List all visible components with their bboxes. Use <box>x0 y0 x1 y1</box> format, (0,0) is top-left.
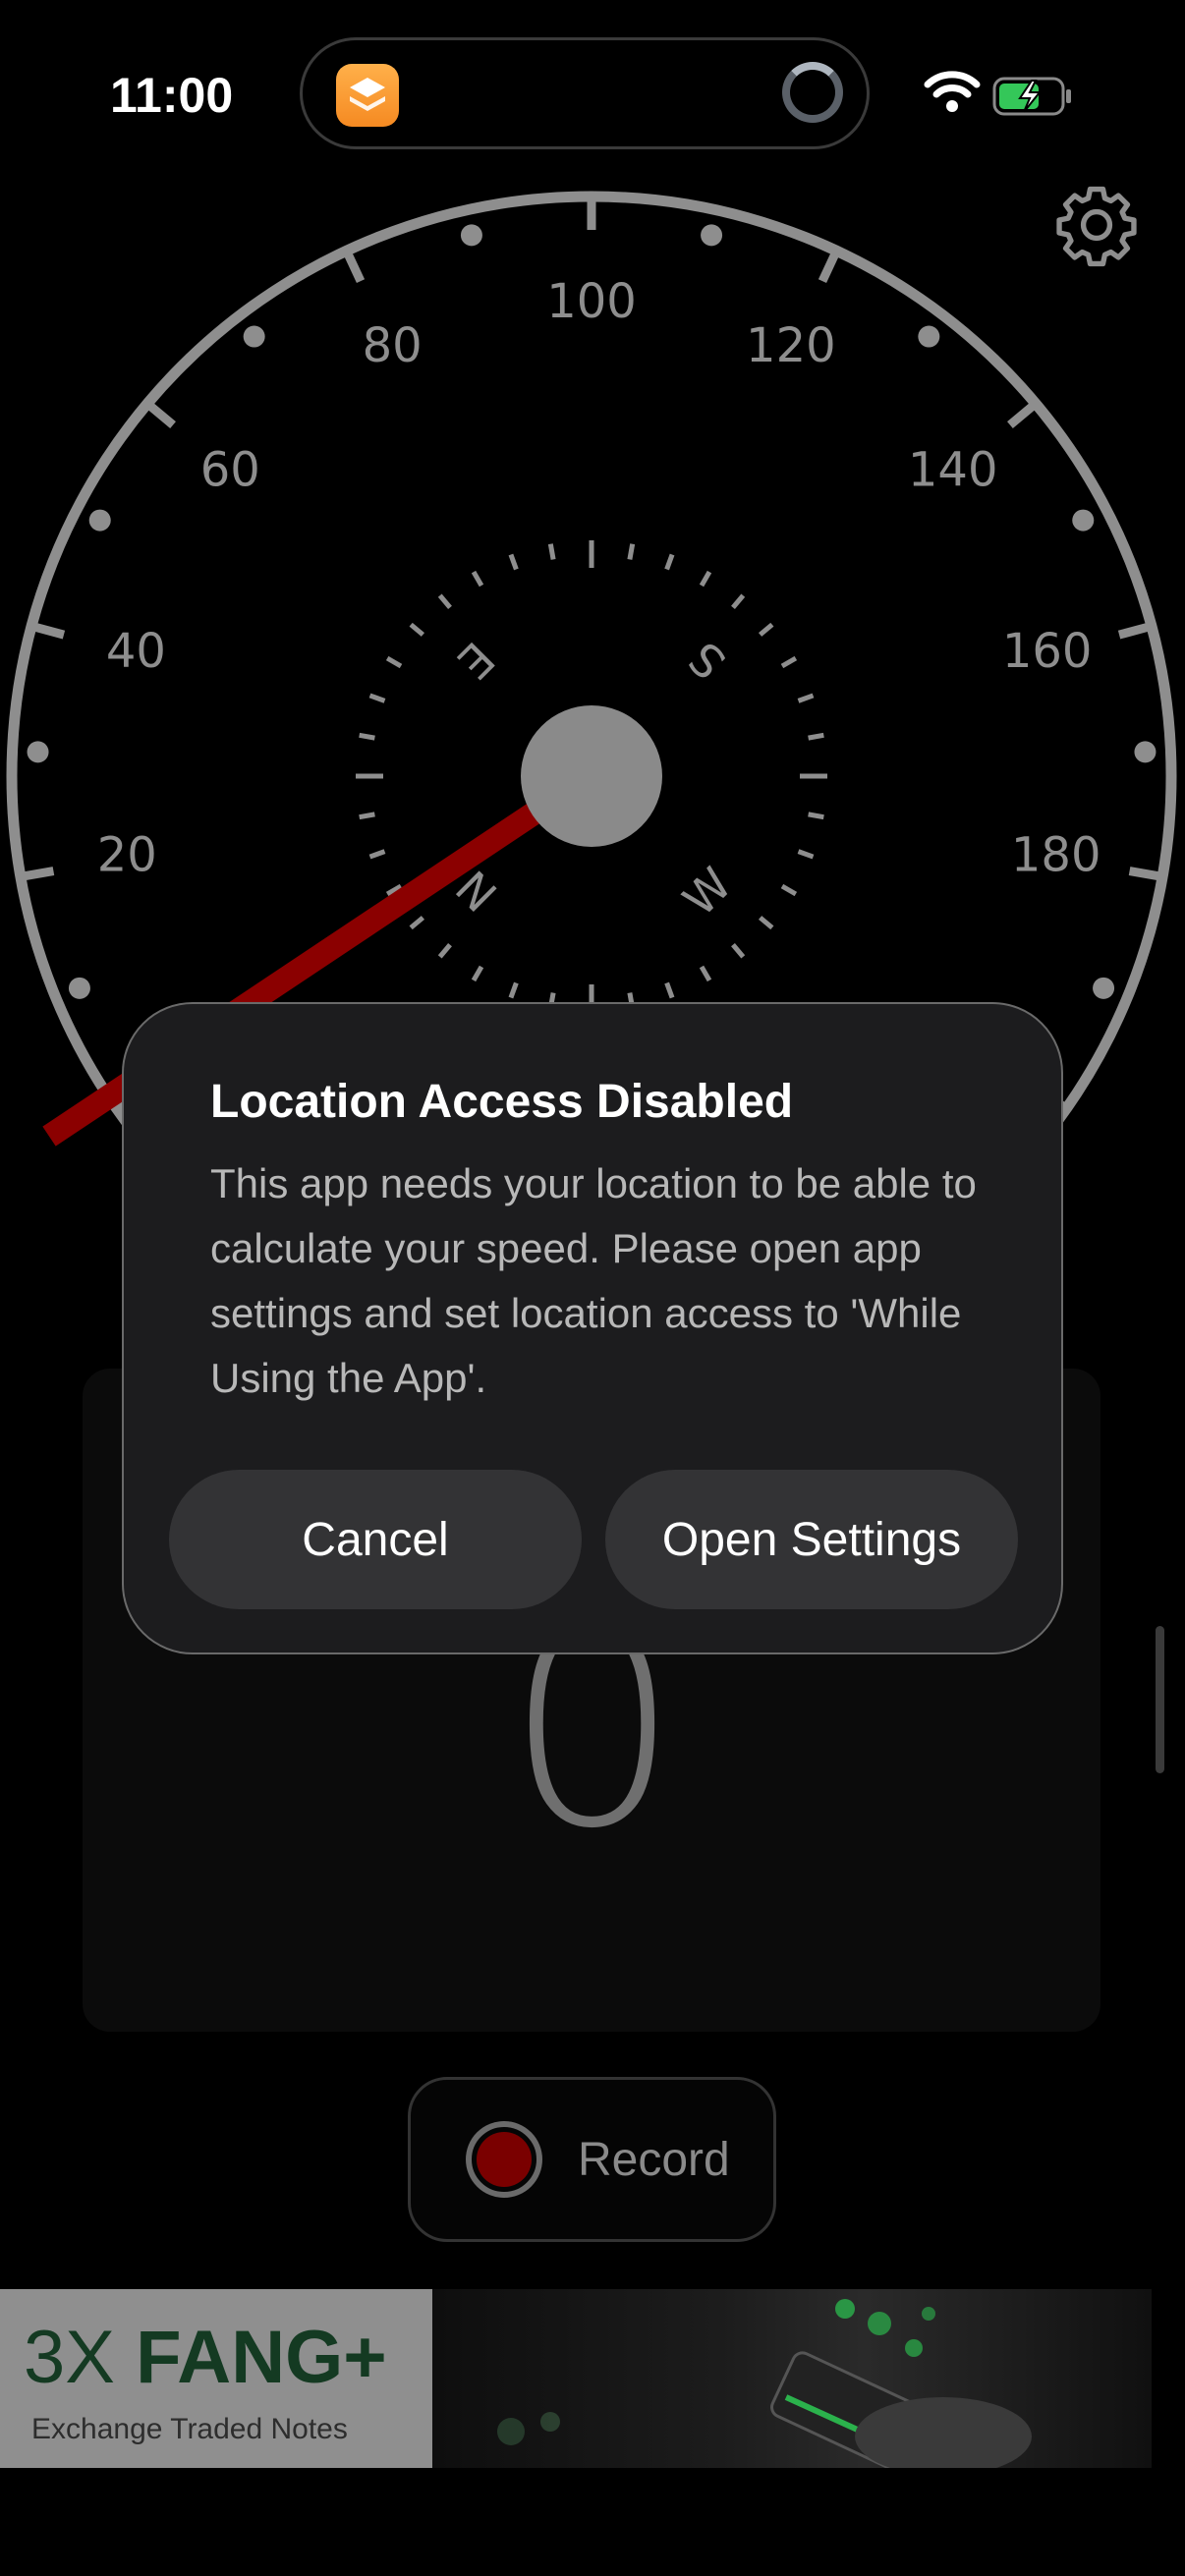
ad-title: 3X FANG+ <box>24 2316 387 2399</box>
compass-tick <box>508 553 519 571</box>
dial-minor-dot <box>27 741 49 763</box>
dial-minor-dot <box>701 224 723 247</box>
compass-tick <box>368 849 386 860</box>
dial-major-tick <box>818 251 840 283</box>
compass-tick <box>699 965 712 982</box>
dial-minor-dot <box>1134 741 1157 763</box>
ad-banner[interactable]: 3X FANG+ Exchange Traded Notes <box>0 2289 1152 2468</box>
location-alert-dialog: Location Access Disabled This app needs … <box>122 1002 1063 1654</box>
dial-tick-label: 140 <box>908 442 998 497</box>
dial-minor-dot <box>1072 509 1095 532</box>
dial-major-tick <box>1007 401 1038 429</box>
app-icon <box>336 64 399 127</box>
dial-minor-dot <box>460 224 482 247</box>
compass-tick <box>797 693 815 703</box>
ad-subtitle: Exchange Traded Notes <box>31 2413 348 2445</box>
compass-tick <box>664 553 675 571</box>
cancel-button[interactable]: Cancel <box>169 1470 582 1609</box>
dial-major-tick <box>31 622 66 640</box>
dial-minor-dot <box>243 325 265 348</box>
dial-tick-label: 120 <box>746 318 836 373</box>
dial-tick-label: 100 <box>546 274 637 329</box>
dial-tick-label: 180 <box>1011 827 1101 882</box>
dial-tick-label: 60 <box>200 442 260 497</box>
dial-tick-label: 160 <box>1002 624 1093 679</box>
status-bar: 11:00 <box>0 0 1185 187</box>
compass-tick <box>547 543 556 560</box>
dial-minor-dot <box>68 977 90 999</box>
compass-tick <box>780 655 798 669</box>
battery-charging-icon <box>992 77 1071 116</box>
dial-tick-label: 40 <box>106 624 166 679</box>
compass-tick <box>359 732 375 741</box>
dynamic-island[interactable] <box>300 37 870 149</box>
compass-tick <box>758 622 774 637</box>
compass-label-e: E <box>447 632 505 690</box>
compass-tick <box>409 622 425 637</box>
dial-major-tick <box>22 867 55 881</box>
wifi-icon <box>924 71 981 112</box>
scroll-indicator[interactable] <box>1156 1626 1164 1773</box>
compass-tick <box>627 543 636 560</box>
ad-image <box>432 2289 1152 2468</box>
compass-tick <box>368 693 386 703</box>
compass-tick <box>385 655 403 669</box>
open-settings-button[interactable]: Open Settings <box>605 1470 1018 1609</box>
record-button[interactable]: Record <box>408 2077 776 2242</box>
compass-tick <box>471 965 484 982</box>
compass-tick <box>471 570 484 588</box>
compass-tick <box>808 732 824 741</box>
dial-minor-dot <box>918 325 940 348</box>
status-time: 11:00 <box>110 68 234 123</box>
dialog-message: This app needs your location to be able … <box>210 1160 977 1401</box>
compass-tick <box>359 812 375 820</box>
compass-tick <box>437 942 452 959</box>
compass-tick <box>409 916 425 930</box>
dial-major-tick <box>145 401 176 429</box>
compass-tick <box>508 981 519 999</box>
compass-tick <box>808 812 824 820</box>
compass-tick <box>797 849 815 860</box>
record-label: Record <box>578 2133 730 2186</box>
dialog-title: Location Access Disabled <box>210 1076 794 1128</box>
compass-tick <box>758 916 774 930</box>
needle-hub <box>521 705 662 847</box>
compass-label-s: S <box>678 632 736 690</box>
compass-tick <box>780 883 798 897</box>
compass-tick <box>437 593 452 610</box>
dial-major-tick <box>1128 867 1161 881</box>
dial-tick-label: 80 <box>363 318 423 373</box>
record-icon <box>466 2121 542 2198</box>
dial-major-tick <box>1117 622 1152 640</box>
dial-minor-dot <box>1093 977 1115 999</box>
dial-major-tick <box>343 251 366 283</box>
dial-minor-dot <box>88 509 111 532</box>
gear-icon[interactable] <box>1051 180 1142 270</box>
compass-tick <box>731 942 746 959</box>
dial-tick-label: 20 <box>97 827 157 882</box>
compass-tick <box>731 593 746 610</box>
compass-tick <box>699 570 712 588</box>
compass-label-w: W <box>673 858 742 926</box>
compass-tick <box>664 981 675 999</box>
activity-ring-icon <box>782 62 843 123</box>
ad-text-area: 3X FANG+ Exchange Traded Notes <box>0 2289 432 2468</box>
